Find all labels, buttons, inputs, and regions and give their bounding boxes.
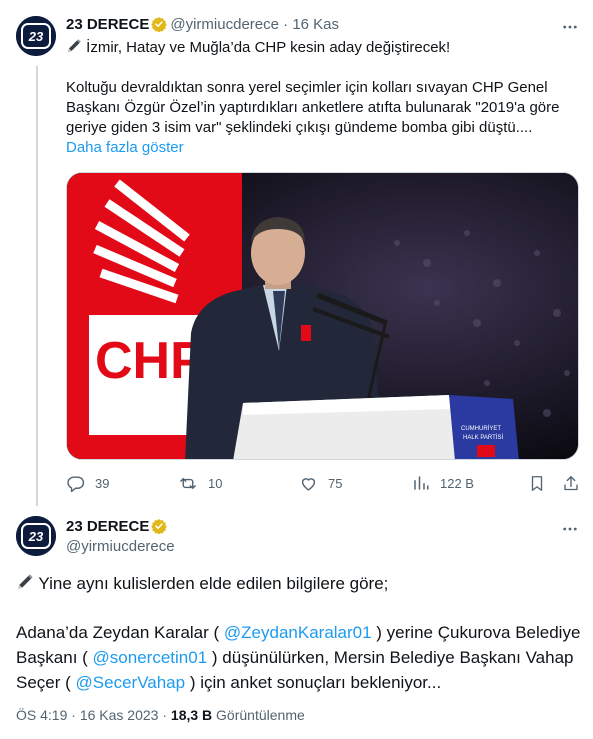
tweet-body: Adana’da Zeydan Karalar ( @ZeydanKaralar… bbox=[16, 620, 580, 695]
pen-icon bbox=[18, 574, 33, 589]
body-line: Başkanı ( @sonercetin01 ) düşünülürken, … bbox=[16, 645, 577, 670]
thread-line bbox=[36, 66, 38, 506]
tweet-actions: 39 10 75 122 B bbox=[66, 473, 578, 493]
tweet-meta: ÖS 4:19 · 16 Kas 2023 · 18,3 B Görüntüle… bbox=[16, 707, 305, 723]
body-text: Seçer ( bbox=[16, 673, 76, 692]
body-text: ) için anket sonuçları bekleniyor... bbox=[185, 673, 442, 692]
views-button[interactable]: 122 B bbox=[412, 473, 474, 493]
reply-button[interactable]: 39 bbox=[66, 473, 109, 493]
body-line: Adana’da Zeydan Karalar ( @ZeydanKaralar… bbox=[16, 620, 580, 645]
like-count: 75 bbox=[328, 475, 343, 491]
body-line: geriye giden 3 isim var" şeklindeki çıkı… bbox=[66, 119, 533, 136]
logo-23-icon: 23 bbox=[16, 16, 56, 56]
body-text: ) yerine Çukurova Belediye bbox=[371, 623, 581, 642]
body-text: ) düşünülürken, Mersin Belediye Başkanı … bbox=[207, 648, 574, 667]
podium-text: HALK PARTİSİ bbox=[463, 434, 503, 441]
svg-text:23: 23 bbox=[28, 529, 44, 544]
verified-badge-icon[interactable] bbox=[151, 518, 168, 534]
view-count: 122 B bbox=[440, 475, 474, 491]
bookmark-button[interactable] bbox=[528, 473, 546, 493]
body-text: Adana’da Zeydan Karalar ( bbox=[16, 623, 224, 642]
separator-dot: · bbox=[283, 16, 289, 33]
tweet-image[interactable]: CHP CUMHURİYET HALK PARTİSİ bbox=[66, 172, 579, 460]
like-button[interactable]: 75 bbox=[299, 473, 342, 493]
body-text: Başkanı ( bbox=[16, 648, 93, 667]
body-line: Başkanı Özgür Özel’in yaptırdıkları anke… bbox=[66, 99, 560, 116]
reply-icon bbox=[67, 475, 85, 492]
tweet-header: 23 DERECE bbox=[66, 518, 170, 535]
podium-text: CUMHURİYET bbox=[461, 425, 501, 432]
separator-dot: · bbox=[71, 707, 76, 723]
retweet-button[interactable]: 10 bbox=[178, 473, 222, 493]
more-options-icon[interactable] bbox=[561, 520, 579, 543]
avatar[interactable]: 23 bbox=[16, 516, 56, 556]
share-icon bbox=[564, 475, 578, 490]
tweet-time[interactable]: ÖS 4:19 bbox=[16, 707, 67, 723]
tweet-body: Koltuğu devraldıktan sonra yerel seçimle… bbox=[66, 78, 578, 138]
pen-icon bbox=[68, 39, 81, 52]
heart-icon bbox=[301, 477, 316, 491]
avatar[interactable]: 23 bbox=[16, 16, 56, 56]
mention-link[interactable]: @sonercetin01 bbox=[93, 648, 208, 667]
analytics-icon bbox=[414, 476, 429, 490]
display-name[interactable]: 23 DERECE bbox=[66, 16, 149, 33]
bookmark-icon bbox=[531, 475, 543, 491]
share-button[interactable] bbox=[562, 473, 580, 493]
tweet-headline: Yine aynı kulislerden elde edilen bilgil… bbox=[16, 572, 388, 596]
views-label: Görüntülenme bbox=[216, 707, 305, 723]
handle[interactable]: @yirmiucderece bbox=[66, 538, 175, 555]
handle[interactable]: @yirmiucderece bbox=[170, 16, 279, 33]
show-more-link[interactable]: Daha fazla göster bbox=[66, 138, 184, 158]
separator-dot: · bbox=[162, 707, 168, 723]
body-line: Koltuğu devraldıktan sonra yerel seçimle… bbox=[66, 79, 548, 96]
photo-speaker-podium: CHP CUMHURİYET HALK PARTİSİ bbox=[67, 173, 578, 459]
reply-count: 39 bbox=[95, 475, 110, 491]
view-count: 18,3 B bbox=[170, 707, 213, 723]
headline-text: İzmir, Hatay ve Muğla’da CHP kesin aday … bbox=[86, 39, 451, 56]
verified-badge-icon[interactable] bbox=[151, 16, 168, 32]
more-options-icon[interactable] bbox=[561, 18, 579, 41]
tweet-time[interactable]: 16 Kas bbox=[292, 16, 339, 33]
logo-23-icon: 23 bbox=[16, 516, 56, 556]
banner-text: CHP bbox=[95, 332, 205, 390]
retweet-count: 10 bbox=[208, 475, 223, 491]
tweet-headline: İzmir, Hatay ve Muğla’da CHP kesin aday … bbox=[66, 38, 450, 58]
retweet-icon bbox=[180, 477, 196, 489]
body-line: Seçer ( @SecerVahap ) için anket sonuçla… bbox=[16, 670, 577, 695]
headline-text: Yine aynı kulislerden elde edilen bilgil… bbox=[38, 574, 389, 593]
display-name[interactable]: 23 DERECE bbox=[66, 518, 149, 535]
mention-link[interactable]: @SecerVahap bbox=[76, 673, 186, 692]
tweet-date[interactable]: 16 Kas 2023 bbox=[80, 707, 159, 723]
svg-text:23: 23 bbox=[28, 29, 44, 44]
mention-link[interactable]: @ZeydanKaralar01 bbox=[224, 623, 372, 642]
tweet-header: 23 DERECE @yirmiucderece · 16 Kas bbox=[66, 16, 339, 33]
